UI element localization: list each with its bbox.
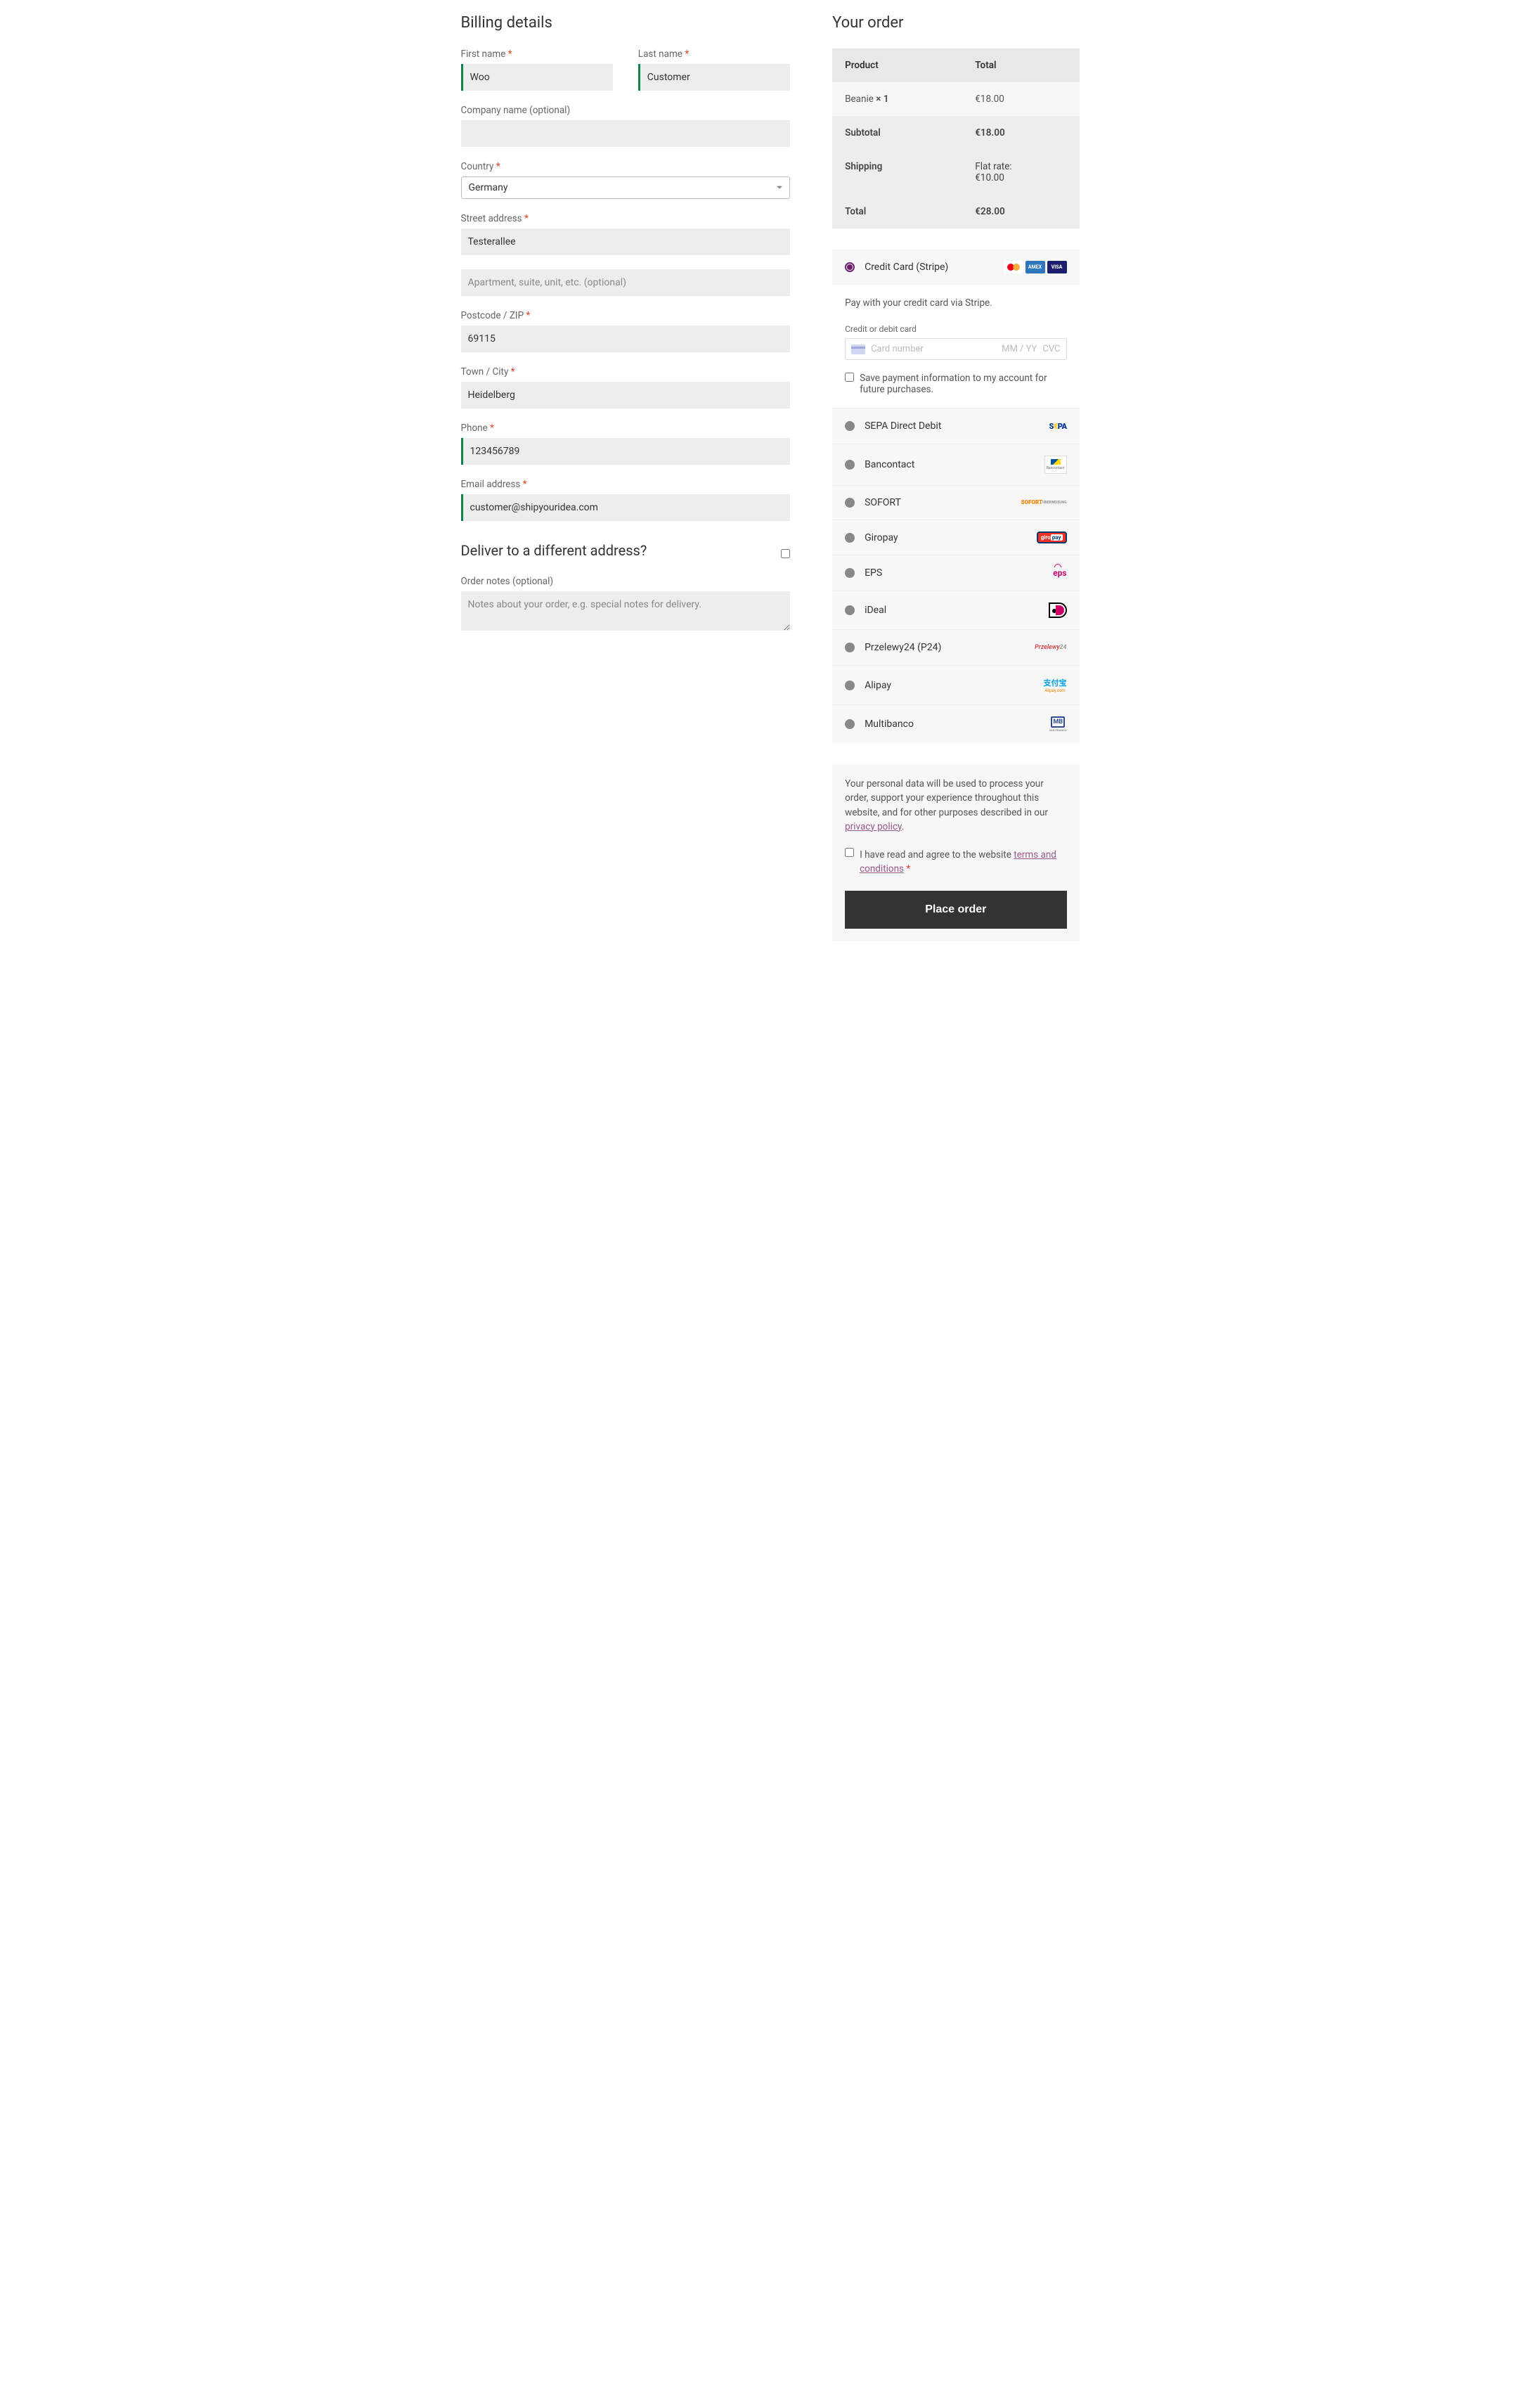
first-name-input[interactable] (461, 64, 613, 91)
ideal-icon (1049, 602, 1067, 618)
card-cvc: CVC (1042, 344, 1060, 354)
last-name-input[interactable] (638, 64, 790, 91)
radio-icon (845, 568, 855, 578)
order-item-row: Beanie × 1 €18.00 (832, 82, 1079, 116)
street-input[interactable] (461, 228, 791, 255)
radio-icon (845, 643, 855, 652)
billing-heading: Billing details (461, 14, 791, 32)
street2-input[interactable] (461, 269, 791, 296)
postcode-label: Postcode / ZIP * (461, 310, 791, 321)
sofort-icon: SOFORTÜBERWEISUNG (1021, 500, 1067, 505)
order-heading: Your order (832, 14, 1079, 32)
postcode-input[interactable] (461, 326, 791, 352)
eps-icon: eps (1053, 567, 1066, 579)
radio-icon (845, 719, 855, 729)
multibanco-icon: MBMULTIBANCO (1049, 716, 1067, 732)
payment-eps[interactable]: EPS eps (832, 555, 1079, 591)
terms-checkbox[interactable] (845, 848, 854, 857)
payment-stripe[interactable]: Credit Card (Stripe) AMEX VISA (832, 250, 1079, 285)
city-input[interactable] (461, 382, 791, 408)
stripe-label: Credit Card (Stripe) (865, 262, 1003, 273)
privacy-text: Your personal data will be used to proce… (845, 777, 1066, 834)
radio-icon (845, 533, 855, 543)
privacy-box: Your personal data will be used to proce… (832, 764, 1079, 941)
item-qty: × 1 (876, 94, 888, 105)
item-name: Beanie (845, 94, 876, 105)
radio-icon (845, 605, 855, 615)
phone-label: Phone * (461, 423, 791, 434)
shipping-label: Shipping (832, 150, 962, 195)
notes-textarea[interactable] (461, 591, 791, 631)
payment-p24[interactable]: Przelewy24 (P24) Przelewy24 (832, 629, 1079, 665)
p24-icon: Przelewy24 (1035, 641, 1066, 654)
last-name-label: Last name * (638, 49, 790, 60)
payment-giropay[interactable]: Giropay giropay (832, 520, 1079, 555)
place-order-button[interactable]: Place order (845, 891, 1066, 929)
card-icon (851, 344, 865, 354)
save-card-label: Save payment information to my account f… (860, 373, 1066, 395)
item-total: €18.00 (962, 82, 1079, 116)
payment-methods: Credit Card (Stripe) AMEX VISA Pay with … (832, 250, 1079, 743)
payment-ideal[interactable]: iDeal (832, 591, 1079, 629)
country-select[interactable]: Germany (461, 176, 791, 199)
shipping-value: Flat rate:€10.00 (962, 150, 1079, 195)
email-input[interactable] (461, 494, 791, 521)
card-exp: MM / YY (1002, 344, 1037, 354)
email-label: Email address * (461, 479, 791, 490)
phone-input[interactable] (461, 438, 791, 465)
bancontact-icon: Bancontact (1044, 456, 1067, 474)
visa-icon: VISA (1047, 261, 1067, 273)
radio-icon (845, 498, 855, 508)
amex-icon: AMEX (1025, 261, 1045, 273)
radio-icon (845, 681, 855, 690)
sepa-icon: S€PA (1049, 420, 1067, 432)
deliver-different-checkbox[interactable] (781, 549, 790, 558)
payment-sepa[interactable]: SEPA Direct Debit S€PA (832, 408, 1079, 444)
deliver-heading: Deliver to a different address? (461, 542, 647, 559)
mastercard-icon (1004, 261, 1023, 273)
first-name-label: First name * (461, 49, 613, 60)
street-label: Street address * (461, 213, 791, 224)
card-field-label: Credit or debit card (845, 324, 1066, 334)
save-card-checkbox[interactable] (845, 373, 854, 382)
card-input[interactable]: Card number MM / YY CVC (845, 338, 1066, 360)
alipay-icon: 支付宝Alipay.com (1044, 677, 1067, 693)
company-label: Company name (optional) (461, 105, 791, 116)
billing-column: Billing details First name * Last name *… (461, 14, 791, 941)
giropay-icon: giropay (1037, 531, 1067, 543)
order-column: Your order Product Total Beanie × 1 €18.… (832, 14, 1079, 941)
subtotal-value: €18.00 (962, 116, 1079, 150)
radio-icon (845, 460, 855, 470)
order-table: Product Total Beanie × 1 €18.00 Subtotal… (832, 49, 1079, 228)
subtotal-label: Subtotal (832, 116, 962, 150)
company-input[interactable] (461, 120, 791, 147)
radio-selected-icon (845, 262, 855, 272)
notes-label: Order notes (optional) (461, 576, 791, 587)
stripe-desc: Pay with your credit card via Stripe. (845, 297, 1066, 309)
total-value: €28.00 (962, 195, 1079, 228)
privacy-policy-link[interactable]: privacy policy (845, 821, 902, 832)
payment-alipay[interactable]: Alipay 支付宝Alipay.com (832, 665, 1079, 704)
total-label: Total (832, 195, 962, 228)
stripe-panel: Pay with your credit card via Stripe. Cr… (832, 285, 1079, 408)
city-label: Town / City * (461, 366, 791, 378)
card-placeholder: Card number (871, 344, 996, 354)
col-total: Total (962, 49, 1079, 82)
col-product: Product (832, 49, 962, 82)
payment-multibanco[interactable]: Multibanco MBMULTIBANCO (832, 704, 1079, 743)
payment-sofort[interactable]: SOFORT SOFORTÜBERWEISUNG (832, 485, 1079, 520)
country-label: Country * (461, 161, 791, 172)
radio-icon (845, 421, 855, 431)
payment-bancontact[interactable]: Bancontact Bancontact (832, 444, 1079, 485)
